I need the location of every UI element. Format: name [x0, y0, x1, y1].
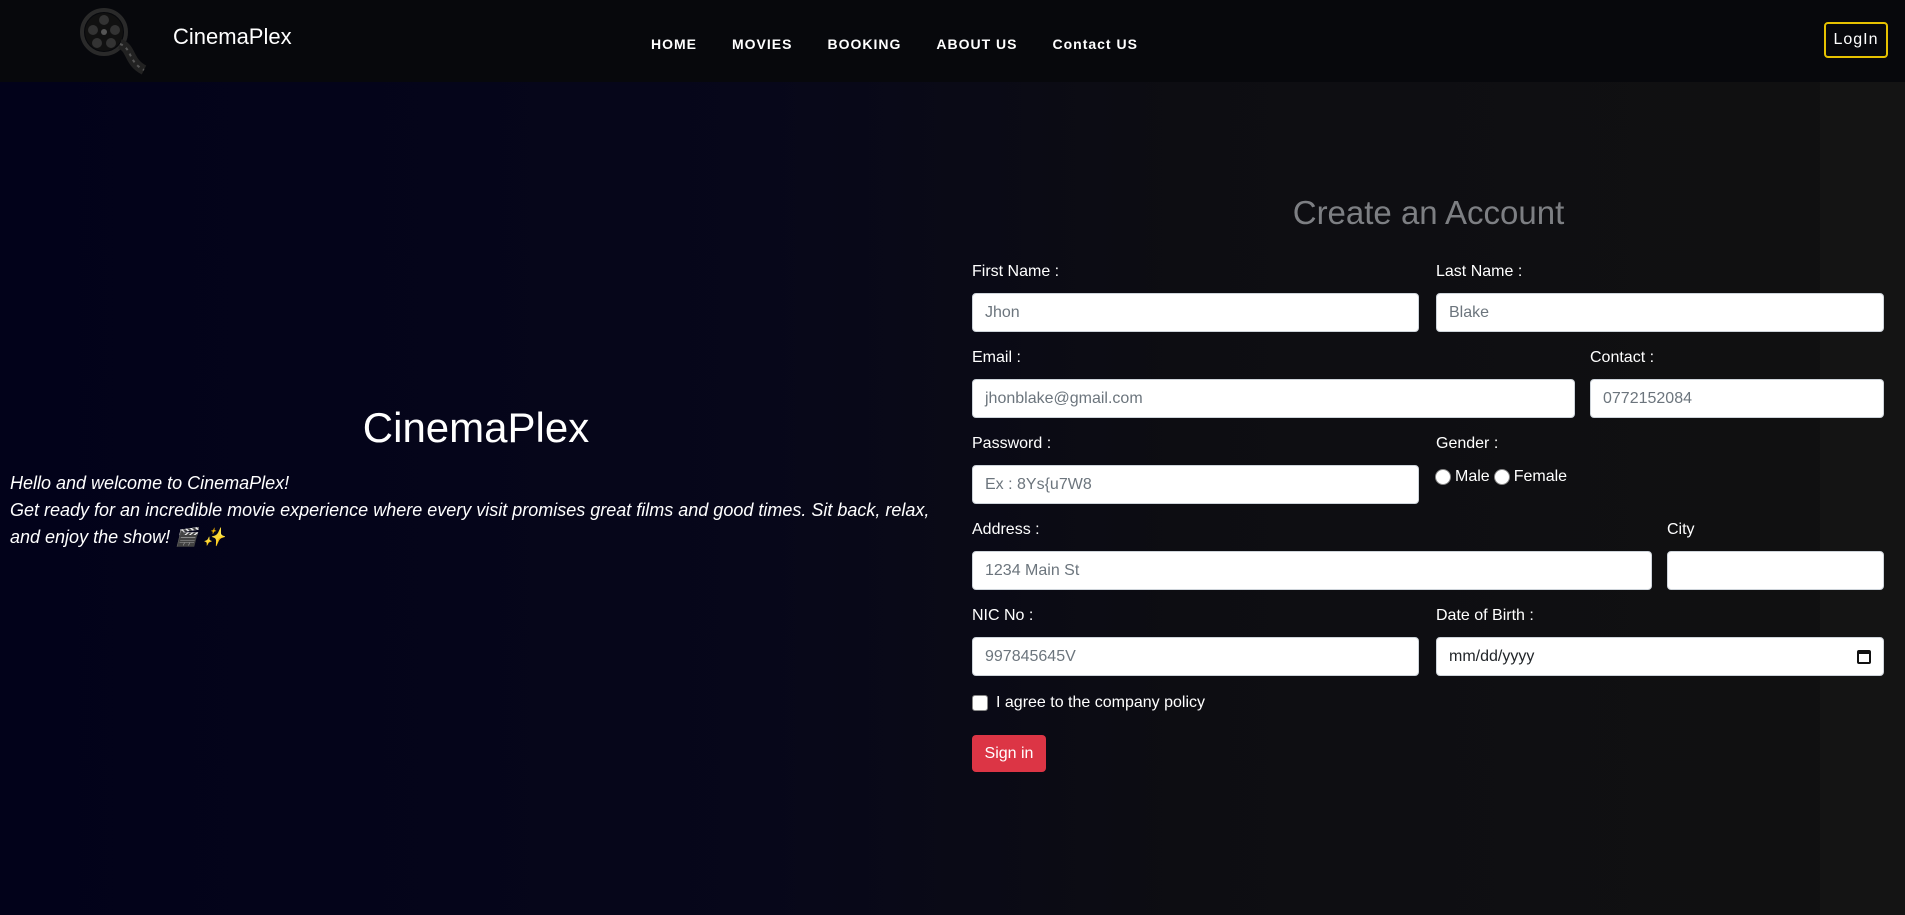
brand-name[interactable]: CinemaPlex — [173, 24, 292, 50]
nav-booking[interactable]: BOOKING — [827, 36, 901, 52]
city-input[interactable] — [1667, 551, 1884, 590]
last-name-input[interactable]: Blake — [1436, 293, 1884, 332]
calendar-icon[interactable] — [1857, 650, 1871, 664]
password-input[interactable]: Ex : 8Ys{u7W8 — [972, 465, 1419, 504]
first-name-input[interactable]: Jhon — [972, 293, 1419, 332]
gender-female-radio[interactable] — [1493, 469, 1510, 485]
last-name-label: Last Name : — [1436, 263, 1523, 280]
gender-options: Male Female — [1435, 468, 1571, 486]
nav-contact-us[interactable]: Contact US — [1052, 36, 1137, 52]
agree-row: I agree to the company policy — [972, 694, 1205, 712]
form-title: Create an Account — [1292, 194, 1565, 231]
address-label: Address : — [972, 521, 1040, 538]
gender-male-label[interactable]: Male — [1455, 468, 1490, 486]
hero-welcome-text: Hello and welcome to CinemaPlex! Get rea… — [10, 470, 950, 551]
first-name-label: First Name : — [972, 263, 1060, 280]
nav-links: HOME MOVIES BOOKING ABOUT US Contact US — [651, 36, 1173, 52]
login-button[interactable]: LogIn — [1824, 22, 1888, 58]
address-input[interactable]: 1234 Main St — [972, 551, 1652, 590]
dob-label: Date of Birth : — [1436, 607, 1534, 624]
hero-line-1: Hello and welcome to CinemaPlex! — [10, 473, 290, 493]
top-navbar: CinemaPlex HOME MOVIES BOOKING ABOUT US … — [0, 0, 1905, 82]
dob-input[interactable]: mm/dd/yyyy — [1436, 637, 1884, 676]
film-reel-logo-icon[interactable] — [76, 4, 154, 76]
contact-input[interactable]: 0772152084 — [1590, 379, 1884, 418]
nav-about-us[interactable]: ABOUT US — [936, 36, 1017, 52]
email-label: Email : — [972, 349, 1021, 366]
nic-label: NIC No : — [972, 607, 1034, 624]
email-input[interactable]: jhonblake@gmail.com — [972, 379, 1575, 418]
contact-label: Contact : — [1590, 349, 1655, 366]
sign-in-button[interactable]: Sign in — [972, 735, 1046, 772]
password-label: Password : — [972, 435, 1052, 452]
hero-line-2: Get ready for an incredible movie experi… — [10, 500, 930, 547]
hero-title: CinemaPlex — [362, 404, 590, 451]
city-label: City — [1667, 521, 1695, 538]
nav-movies[interactable]: MOVIES — [732, 36, 792, 52]
agree-label[interactable]: I agree to the company policy — [996, 694, 1205, 712]
nic-input[interactable]: 997845645V — [972, 637, 1419, 676]
gender-label: Gender : — [1436, 435, 1499, 452]
agree-checkbox[interactable] — [972, 695, 988, 711]
gender-female-label[interactable]: Female — [1514, 468, 1567, 486]
dob-placeholder: mm/dd/yyyy — [1449, 647, 1535, 665]
nav-home[interactable]: HOME — [651, 36, 697, 52]
gender-male-radio[interactable] — [1435, 469, 1451, 485]
